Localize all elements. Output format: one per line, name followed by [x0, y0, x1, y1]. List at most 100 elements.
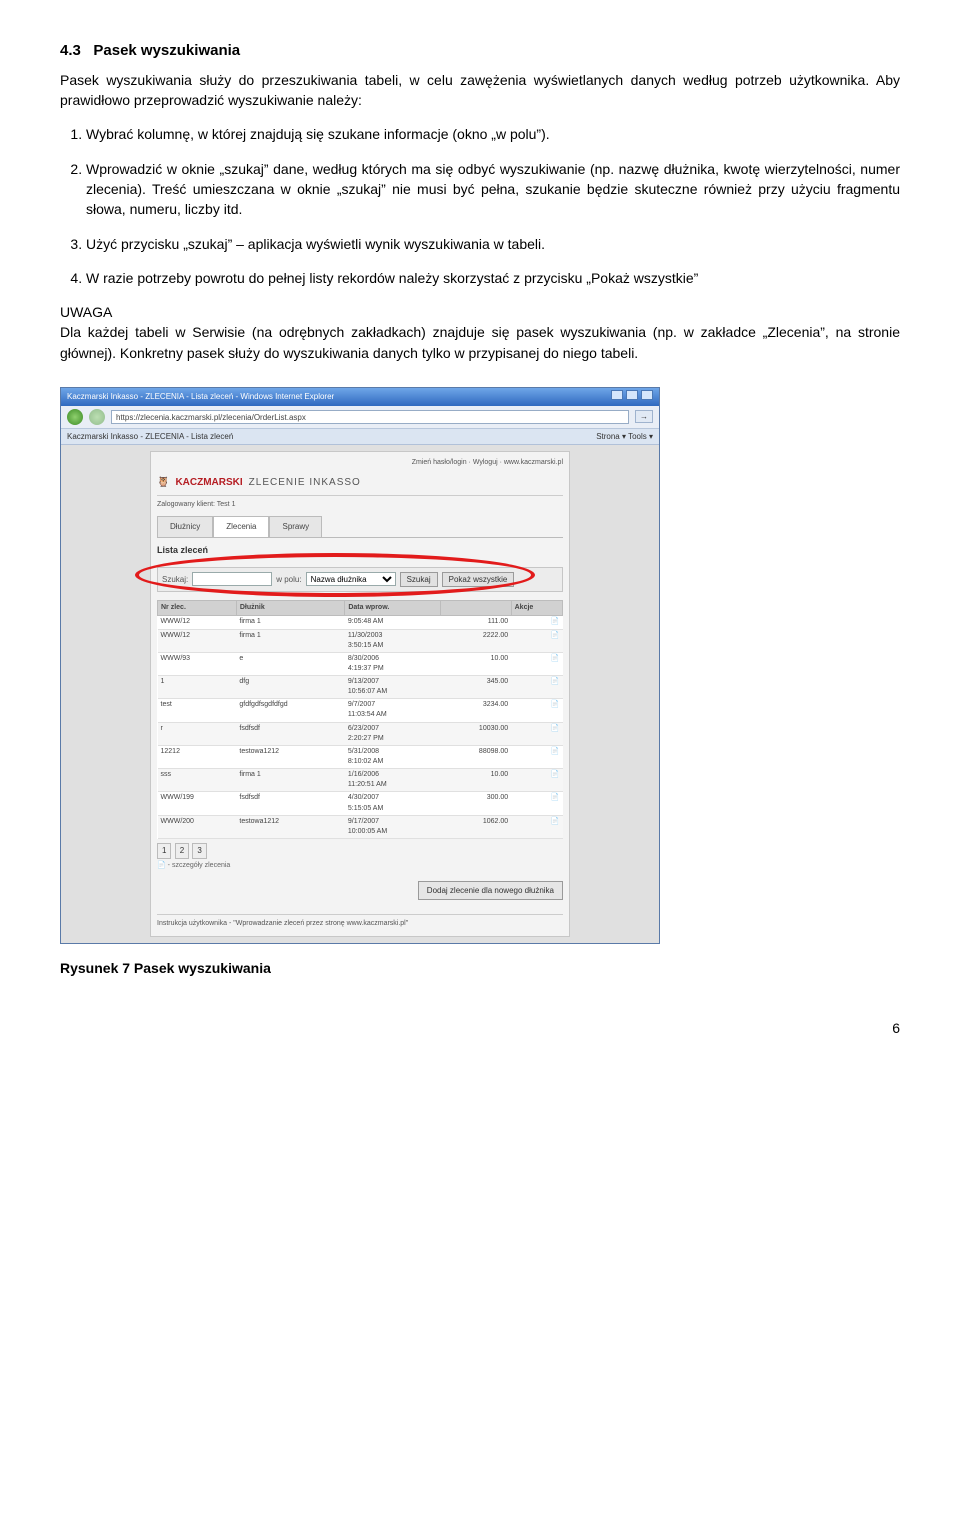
table-row: WWW/12firma 19:05:48 AM111.00📄 — [158, 616, 563, 629]
step-1: Wybrać kolumnę, w której znajdują się sz… — [86, 124, 900, 144]
cell-nr: WWW/93 — [158, 652, 237, 675]
cell-akcje[interactable]: 📄 — [511, 699, 562, 722]
section-number: 4.3 — [60, 42, 81, 59]
show-all-button[interactable]: Pokaż wszystkie — [442, 572, 515, 588]
table-row: WWW/12firma 111/30/20033:50:15 AM2222.00… — [158, 629, 563, 652]
cell-nr: WWW/12 — [158, 616, 237, 629]
list-title: Lista zleceń — [157, 544, 563, 557]
close-icon[interactable] — [641, 390, 653, 400]
cell-dluznik: e — [236, 652, 344, 675]
cell-nr: r — [158, 722, 237, 745]
cell-akcje[interactable]: 📄 — [511, 745, 562, 768]
tab-zlecenia[interactable]: Zlecenia — [213, 516, 269, 537]
cell-akcje[interactable]: 📄 — [511, 616, 562, 629]
add-order-button[interactable]: Dodaj zlecenie dla nowego dłużnika — [418, 881, 563, 901]
toolbar-right[interactable]: Strona ▾ Tools ▾ — [596, 431, 653, 443]
cell-nr: 12212 — [158, 745, 237, 768]
cell-dluznik: firma 1 — [236, 629, 344, 652]
cell-data: 9/13/200710:56:07 AM — [345, 676, 441, 699]
address-bar[interactable]: https://zlecenia.kaczmarski.pl/zlecenia/… — [111, 410, 629, 424]
note-label: UWAGA — [60, 302, 900, 322]
window-title: Kaczmarski Inkasso - ZLECENIA - Lista zl… — [67, 391, 334, 403]
step-3: Użyć przycisku „szukaj” – aplikacja wyśw… — [86, 234, 900, 254]
maximize-icon[interactable] — [626, 390, 638, 400]
note-text: Dla każdej tabeli w Serwisie (na odrębny… — [60, 324, 900, 360]
table-header-row: Nr zlec. Dłużnik Data wprow. Akcje — [158, 601, 563, 616]
window-titlebar: Kaczmarski Inkasso - ZLECENIA - Lista zl… — [61, 388, 659, 406]
pager-1[interactable]: 1 — [157, 843, 171, 859]
cell-nr: WWW/12 — [158, 629, 237, 652]
cell-kwota: 2222.00 — [441, 629, 511, 652]
table-row: sssfirma 11/16/200611:20:51 AM10.00📄 — [158, 769, 563, 792]
cell-akcje[interactable]: 📄 — [511, 652, 562, 675]
cell-akcje[interactable]: 📄 — [511, 629, 562, 652]
cell-dluznik: testowa1212 — [236, 815, 344, 838]
page-body: Zmień hasło/login · Wyloguj · www.kaczma… — [61, 445, 659, 942]
cell-kwota: 10.00 — [441, 652, 511, 675]
cell-dluznik: firma 1 — [236, 769, 344, 792]
col-nr[interactable]: Nr zlec. — [158, 601, 237, 616]
cell-akcje[interactable]: 📄 — [511, 815, 562, 838]
logo-icon: 🦉 — [157, 476, 169, 491]
instruction-footer: Instrukcja użytkownika - "Wprowadzanie z… — [157, 914, 563, 929]
cell-data: 1/16/200611:20:51 AM — [345, 769, 441, 792]
col-data[interactable]: Data wprow. — [345, 601, 441, 616]
cell-data: 8/30/20064:19:37 PM — [345, 652, 441, 675]
cell-nr: sss — [158, 769, 237, 792]
cell-akcje[interactable]: 📄 — [511, 769, 562, 792]
cell-kwota: 111.00 — [441, 616, 511, 629]
search-column-select[interactable]: Nazwa dłużnika — [306, 572, 396, 586]
cell-data: 9/7/200711:03:54 AM — [345, 699, 441, 722]
step-4: W razie potrzeby powrotu do pełnej listy… — [86, 268, 900, 288]
search-label: Szukaj: — [162, 574, 188, 586]
cell-nr: 1 — [158, 676, 237, 699]
tab-sprawy[interactable]: Sprawy — [269, 516, 322, 537]
action-row: Dodaj zlecenie dla nowego dłużnika — [157, 881, 563, 901]
search-bar: Szukaj: w polu: Nazwa dłużnika Szukaj Po… — [157, 567, 563, 593]
cell-dluznik: firma 1 — [236, 616, 344, 629]
brand-title: ZLECENIE INKASSO — [249, 476, 361, 491]
section-heading: 4.3 Pasek wyszukiwania — [60, 40, 900, 62]
search-input[interactable] — [192, 572, 272, 586]
cell-kwota: 88098.00 — [441, 745, 511, 768]
cell-kwota: 345.00 — [441, 676, 511, 699]
minimize-icon[interactable] — [611, 390, 623, 400]
logged-user: Zalogowany klient: Test 1 — [157, 500, 563, 510]
cell-nr: test — [158, 699, 237, 722]
go-button[interactable]: → — [635, 410, 653, 424]
cell-kwota: 300.00 — [441, 792, 511, 815]
col-akcje: Akcje — [511, 601, 562, 616]
cell-akcje[interactable]: 📄 — [511, 722, 562, 745]
top-links[interactable]: Zmień hasło/login · Wyloguj · www.kaczma… — [157, 458, 563, 468]
browser-toolbar: https://zlecenia.kaczmarski.pl/zlecenia/… — [61, 406, 659, 429]
forward-icon[interactable] — [89, 409, 105, 425]
cell-data: 5/31/20088:10:02 AM — [345, 745, 441, 768]
cell-data: 9/17/200710:00:05 AM — [345, 815, 441, 838]
cell-akcje[interactable]: 📄 — [511, 676, 562, 699]
col-dluznik[interactable]: Dłużnik — [236, 601, 344, 616]
brand-row: 🦉 KACZMARSKI ZLECENIE INKASSO — [157, 472, 563, 496]
note-block: UWAGA Dla każdej tabeli w Serwisie (na o… — [60, 302, 900, 363]
search-bar-wrap: Szukaj: w polu: Nazwa dłużnika Szukaj Po… — [157, 567, 563, 593]
table-row: testgfdfgdfsgdfdfgd9/7/200711:03:54 AM32… — [158, 699, 563, 722]
details-icon: 📄 — [157, 862, 166, 869]
tab-dluznicy[interactable]: Dłużnicy — [157, 516, 213, 537]
cell-dluznik: gfdfgdfsgdfdfgd — [236, 699, 344, 722]
cell-kwota: 10030.00 — [441, 722, 511, 745]
cell-kwota: 1062.00 — [441, 815, 511, 838]
cell-akcje[interactable]: 📄 — [511, 792, 562, 815]
browser-tab[interactable]: Kaczmarski Inkasso - ZLECENIA - Lista zl… — [67, 431, 233, 443]
pager: 1 2 3 — [157, 843, 563, 859]
browser-tab-bar: Kaczmarski Inkasso - ZLECENIA - Lista zl… — [61, 429, 659, 446]
cell-nr: WWW/200 — [158, 815, 237, 838]
cell-nr: WWW/199 — [158, 792, 237, 815]
orders-table: Nr zlec. Dłużnik Data wprow. Akcje WWW/1… — [157, 600, 563, 839]
cell-data: 9:05:48 AM — [345, 616, 441, 629]
cell-dluznik: fsdfsdf — [236, 792, 344, 815]
search-button[interactable]: Szukaj — [400, 572, 438, 588]
back-icon[interactable] — [67, 409, 83, 425]
window-buttons — [610, 390, 653, 404]
pager-2[interactable]: 2 — [175, 843, 189, 859]
table-row: 12212testowa12125/31/20088:10:02 AM88098… — [158, 745, 563, 768]
pager-3[interactable]: 3 — [192, 843, 206, 859]
